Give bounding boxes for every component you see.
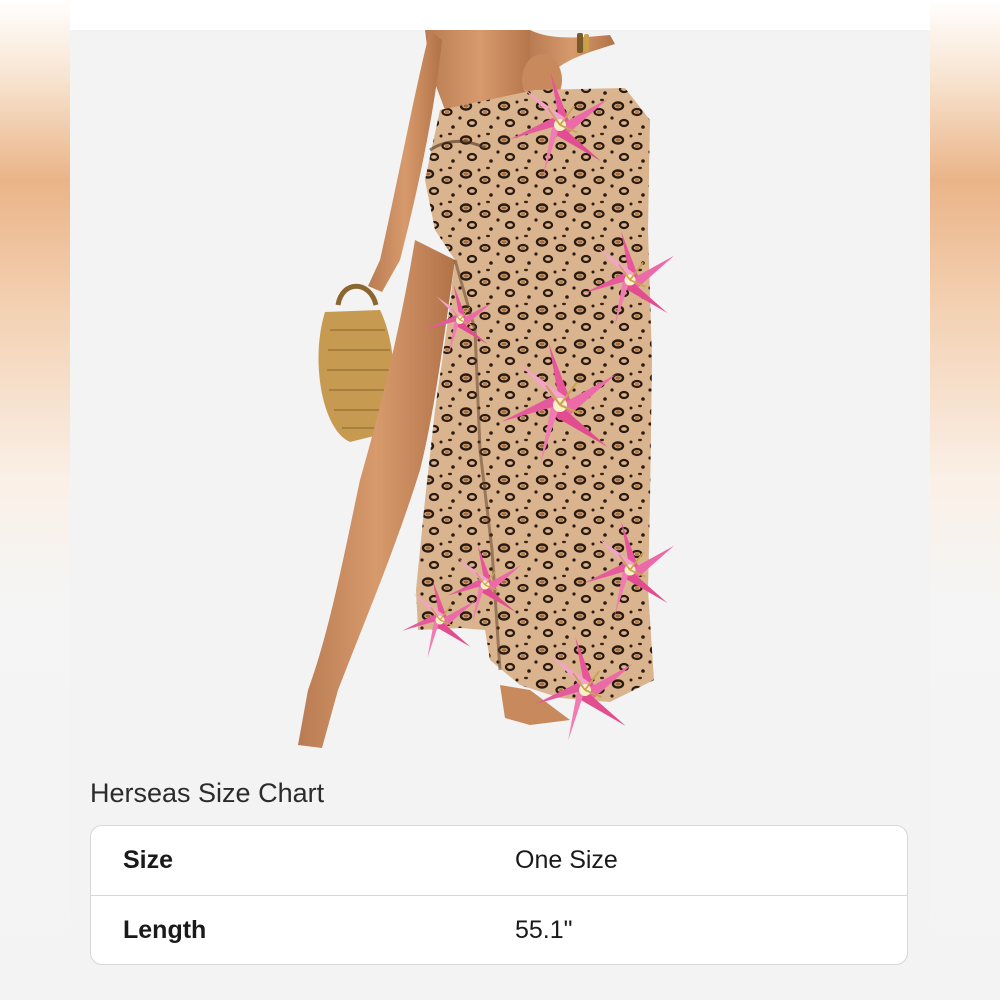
length-label: Length bbox=[123, 916, 207, 944]
top-header-strip bbox=[70, 0, 930, 30]
table-row: Size One Size bbox=[91, 826, 907, 896]
size-label: Size bbox=[123, 846, 174, 874]
length-value: 55.1" bbox=[515, 916, 573, 944]
size-chart-title: Herseas Size Chart bbox=[90, 778, 325, 808]
table-row: Length 55.1" bbox=[91, 896, 907, 964]
size-chart-table: Size One Size Length 55.1" bbox=[90, 825, 908, 965]
product-detail-page: Herseas Size Chart Size One Size Length … bbox=[70, 0, 930, 1000]
size-value: One Size bbox=[515, 846, 618, 874]
product-image[interactable] bbox=[230, 30, 750, 750]
